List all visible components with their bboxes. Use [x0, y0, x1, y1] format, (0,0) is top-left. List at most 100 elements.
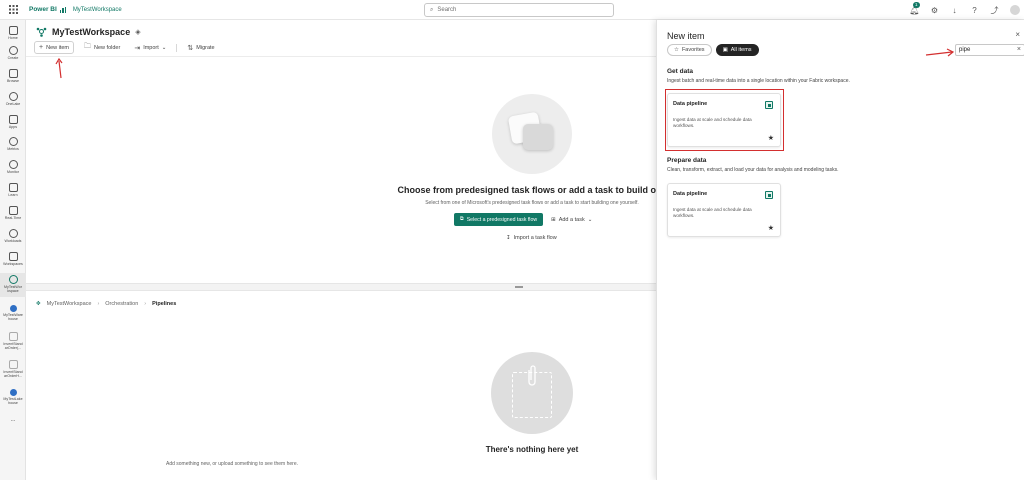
task-flow-icon: ⧉	[460, 216, 464, 222]
top-bar: Power BI MyTestWorkspace ⌕ Search 🔔︎ 1 ⚙ …	[0, 0, 1024, 20]
rail-workloads[interactable]: Workloads	[0, 229, 26, 243]
share-icon[interactable]: ⤴	[990, 6, 999, 15]
breadcrumb-current: Pipelines	[152, 301, 177, 307]
rail-workspaces[interactable]: Workspaces	[0, 252, 26, 266]
star-outline-icon: ☆	[674, 47, 679, 53]
breadcrumb-middle[interactable]: Orchestration	[105, 301, 138, 307]
data-pipeline-card-prepare-data[interactable]: Data pipeline Ingest data at scale and s…	[667, 183, 781, 237]
favorites-filter[interactable]: ☆ Favorites	[667, 44, 712, 56]
document-icon	[8, 360, 18, 369]
workspace-icon	[36, 27, 47, 37]
rail-browse[interactable]: Browse	[0, 69, 26, 83]
rail-onelake[interactable]: OneLake	[0, 92, 26, 106]
add-task-icon: ⊞	[551, 216, 556, 223]
filter-pills: ☆ Favorites ▣ All items	[667, 44, 759, 56]
splitter-handle-icon[interactable]	[515, 286, 523, 288]
rail-create[interactable]: Create	[0, 46, 26, 60]
paperclip-icon	[528, 365, 536, 386]
annotation-arrow-right	[925, 48, 955, 57]
rail-apps[interactable]: Apps	[0, 115, 26, 129]
workspace-link[interactable]: MyTestWorkspace	[73, 7, 122, 13]
section-get-data-desc: Ingest batch and real-time data into a s…	[667, 78, 850, 84]
workspace-settings-icon[interactable]: ◈	[135, 28, 140, 36]
migrate-button[interactable]: ⇅ Migrate	[183, 42, 218, 54]
search-icon: ⌕	[430, 6, 434, 13]
powerbi-icon	[59, 6, 67, 13]
import-task-flow-link[interactable]: ↧ Import a task flow	[506, 235, 557, 241]
monitor-icon	[8, 160, 18, 169]
new-folder-button[interactable]: 🗀︎ New folder	[80, 40, 124, 55]
workloads-icon	[8, 229, 18, 238]
rail-real-time[interactable]: Real-Time	[0, 206, 26, 220]
user-avatar[interactable]	[1010, 5, 1020, 15]
help-icon[interactable]: ?	[970, 6, 979, 15]
rail-lakehouse[interactable]: MyTestLake house	[0, 389, 26, 405]
rail-current-workspace[interactable]: MyTestWor kspace	[0, 273, 26, 297]
chevron-down-icon: ⌄	[587, 216, 593, 223]
rail-warehouse[interactable]: MyTestWare house	[0, 305, 26, 321]
brand-logo[interactable]: Power BI	[29, 6, 67, 13]
pane-splitter[interactable]	[26, 283, 656, 291]
toolbar-divider-line	[26, 56, 656, 57]
document-icon	[8, 332, 18, 341]
workspaces-icon	[8, 252, 18, 261]
settings-gear-icon[interactable]: ⚙	[930, 6, 939, 15]
illustration-card-back	[523, 124, 553, 150]
workspace-main: MyTestWorkspace ◈ + New item 🗀︎ New folder…	[26, 20, 667, 480]
apps-icon	[8, 115, 18, 124]
migrate-icon: ⇅	[187, 44, 194, 52]
search-placeholder: Search	[437, 7, 457, 13]
folder-add-icon: 🗀︎	[84, 43, 92, 50]
plus-icon: +	[39, 44, 44, 51]
close-icon[interactable]: ×	[1015, 30, 1020, 39]
section-prepare-data-desc: Clean, transform, extract, and load your…	[667, 167, 839, 173]
workspace-small-icon: ✥	[36, 301, 41, 307]
workspace-header: MyTestWorkspace ◈	[36, 26, 141, 37]
item-search-value: pipe	[959, 47, 971, 53]
panel-title: New item	[667, 31, 705, 41]
warehouse-icon	[9, 305, 17, 312]
clear-search-icon[interactable]: ×	[1017, 46, 1021, 53]
breadcrumb-root[interactable]: MyTestWorkspace	[47, 301, 92, 307]
create-icon	[8, 46, 18, 55]
workspace-toolbar: + New item 🗀︎ New folder ⇥ Import ⌄ ⇅ Migrate	[34, 41, 219, 54]
app-launcher-icon[interactable]	[0, 5, 26, 14]
home-icon	[8, 26, 18, 35]
notification-badge: 1	[913, 1, 920, 8]
download-icon[interactable]: ↓	[950, 6, 959, 15]
lakehouse-icon	[9, 389, 17, 396]
rail-more[interactable]: ...	[0, 417, 26, 423]
all-items-filter[interactable]: ▣ All items	[715, 44, 759, 56]
new-item-button[interactable]: + New item	[34, 41, 75, 54]
chevron-down-icon: ⌄	[161, 44, 167, 51]
brand-name: Power BI	[29, 6, 57, 13]
select-task-flow-button[interactable]: ⧉ Select a predesigned task flow	[454, 213, 544, 226]
rail-invent-order-2[interactable]: InventStand arOrderH...	[0, 360, 26, 378]
star-filled-icon[interactable]: ★	[768, 224, 774, 232]
rail-invent-order-1[interactable]: InventStand arOrder(...	[0, 332, 26, 350]
notifications-icon[interactable]: 🔔︎ 1	[909, 1, 920, 15]
annotation-arrow-up	[55, 57, 63, 79]
card-name: Data pipeline	[673, 191, 708, 197]
rail-monitor[interactable]: Monitor	[0, 160, 26, 174]
empty-state-subtitle: Add something new, or upload something t…	[165, 461, 299, 467]
onelake-icon	[8, 92, 18, 101]
rail-learn[interactable]: Learn	[0, 183, 26, 197]
trophy-icon	[8, 137, 18, 146]
import-icon: ↧	[506, 235, 511, 241]
rail-home[interactable]: Home	[0, 26, 26, 40]
chevron-right-icon: ›	[97, 301, 100, 307]
import-button[interactable]: ⇥ Import ⌄	[130, 42, 170, 54]
add-task-button[interactable]: ⊞ Add a task ⌄	[551, 217, 592, 223]
rail-metrics[interactable]: Metrics	[0, 137, 26, 151]
folder-icon	[8, 69, 18, 78]
item-search-input[interactable]: pipe ×	[955, 44, 1024, 56]
lightning-icon	[8, 206, 18, 215]
workspace-title: MyTestWorkspace	[52, 26, 131, 37]
book-icon	[8, 183, 18, 192]
global-search-input[interactable]: ⌕ Search	[424, 3, 614, 17]
breadcrumb: ✥ MyTestWorkspace › Orchestration › Pipe…	[36, 301, 176, 307]
pipeline-icon	[765, 191, 773, 199]
section-prepare-data-title: Prepare data	[667, 157, 707, 164]
workspace-icon	[8, 275, 18, 284]
